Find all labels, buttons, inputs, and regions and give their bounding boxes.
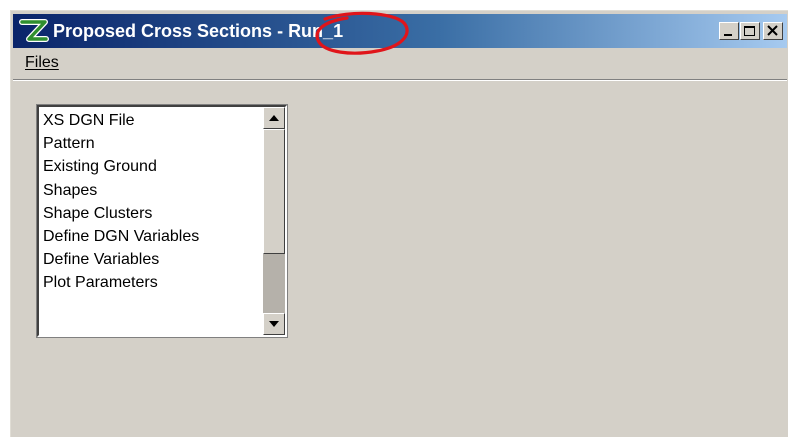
listbox-items: XS DGN File Pattern Existing Ground Shap… <box>41 109 261 295</box>
list-item-define-variables[interactable]: Define Variables <box>41 248 261 271</box>
list-item-pattern[interactable]: Pattern <box>41 132 261 155</box>
maximize-button[interactable] <box>740 22 760 40</box>
scroll-up-arrow-icon <box>269 115 279 121</box>
scroll-down-button[interactable] <box>263 313 285 335</box>
window-title-separator: - <box>272 21 289 41</box>
list-item-plot-parameters[interactable]: Plot Parameters <box>41 271 261 294</box>
menu-separator <box>13 79 787 81</box>
green-z-logo-icon[interactable] <box>19 18 49 44</box>
title-bar[interactable]: Proposed Cross Sections - Run_1 <box>13 11 787 55</box>
window-title-run: Run_1 <box>288 21 344 41</box>
minimize-button[interactable] <box>719 22 739 40</box>
minimize-icon <box>724 34 732 36</box>
list-item-existing-ground[interactable]: Existing Ground <box>41 155 261 178</box>
scroll-track[interactable] <box>263 254 285 313</box>
window-title-main: Proposed Cross Sections <box>53 21 273 41</box>
scroll-thumb[interactable] <box>263 129 285 254</box>
list-item-shape-clusters[interactable]: Shape Clusters <box>41 202 261 225</box>
scroll-up-button[interactable] <box>263 107 285 129</box>
list-item-define-dgn-variables[interactable]: Define DGN Variables <box>41 225 261 248</box>
listbox-scrollbar[interactable] <box>263 107 285 335</box>
menu-files[interactable]: Files <box>25 54 59 72</box>
proposed-cross-sections-window: Proposed Cross Sections - Run_1 Files XS… <box>10 10 788 437</box>
close-button[interactable] <box>763 22 783 40</box>
list-item-shapes[interactable]: Shapes <box>41 179 261 202</box>
section-options-listbox[interactable]: XS DGN File Pattern Existing Ground Shap… <box>36 104 288 338</box>
scroll-down-arrow-icon <box>269 321 279 327</box>
close-icon <box>767 25 778 36</box>
menu-bar: Files <box>13 49 787 77</box>
list-item-xs-dgn-file[interactable]: XS DGN File <box>41 109 261 132</box>
window-title: Proposed Cross Sections - Run_1 <box>53 19 343 43</box>
maximize-icon <box>744 26 755 36</box>
